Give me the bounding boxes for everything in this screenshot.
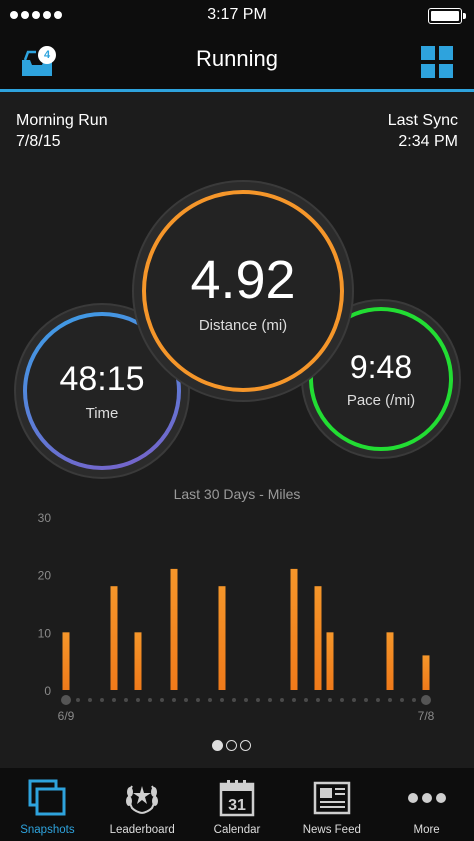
sync-time: 2:34 PM [398, 133, 458, 150]
distance-value: 4.92 [190, 249, 296, 310]
tab-label: Calendar [213, 824, 261, 836]
y-tick-label: 30 [38, 511, 52, 525]
tab-snapshots[interactable]: Snapshots [0, 768, 95, 841]
tab-more[interactable]: More [379, 768, 474, 841]
battery-icon [428, 8, 466, 24]
tab-leaderboard[interactable]: Leaderboard [95, 768, 190, 841]
axis-end-dot [421, 695, 431, 705]
more-icon [407, 778, 447, 818]
status-bar: 3:17 PM [0, 0, 474, 32]
tab-label: More [413, 824, 440, 836]
grid-icon [421, 46, 435, 60]
axis-dot [88, 698, 92, 702]
y-tick-label: 10 [38, 626, 52, 640]
axis-dot [328, 698, 332, 702]
time-value: 48:15 [59, 360, 145, 398]
axis-dot [196, 698, 200, 702]
page-title: Running [196, 46, 278, 71]
distance-label: Distance (mi) [198, 316, 288, 334]
snapshots-icon [27, 778, 67, 818]
bar [314, 586, 322, 690]
pace-value: 9:48 [349, 349, 413, 385]
calendar-icon: 31 [217, 778, 257, 818]
axis-dot [112, 698, 116, 702]
axis-dot [388, 698, 392, 702]
axis-dot [256, 698, 260, 702]
sync-label: Last Sync [387, 112, 458, 129]
axis-dot [148, 698, 152, 702]
axis-dot [268, 698, 272, 702]
axis-dot [340, 698, 344, 702]
pace-label: Pace (/mi) [346, 392, 416, 409]
axis-dot [412, 698, 416, 702]
axis-dot [208, 698, 212, 702]
tab-calendar[interactable]: 31 Calendar [190, 768, 285, 841]
axis-dot [124, 698, 128, 702]
miles-bar-chart: 30 20 10 0 6/9 7/8 [38, 511, 435, 723]
page-indicator[interactable] [212, 740, 251, 751]
axis-dot [304, 698, 308, 702]
sync-info: Last Sync 2:34 PM [388, 110, 458, 152]
y-tick-label: 0 [44, 684, 51, 698]
activity-info: Morning Run 7/8/15 [16, 110, 108, 152]
axis-dot [100, 698, 104, 702]
bar [170, 568, 178, 690]
axis-dot [364, 698, 368, 702]
tab-label: Snapshots [20, 824, 75, 836]
bar [62, 632, 70, 690]
x-start-label: 6/9 [58, 709, 75, 723]
page-dot[interactable] [226, 740, 237, 751]
axis-dot [280, 698, 284, 702]
bar [218, 586, 226, 690]
axis-dot [232, 698, 236, 702]
laurel-icon [122, 778, 162, 818]
distance-ring[interactable]: 4.92 Distance (mi) [134, 182, 352, 400]
bar [134, 632, 142, 690]
tab-bar: Snapshots Leaderboard 31 Calendar News F… [0, 768, 474, 841]
nav-bar: 4 Running [0, 32, 474, 92]
page-dot[interactable] [212, 740, 223, 751]
axis-dot [172, 698, 176, 702]
axis-dot [160, 698, 164, 702]
axis-dot [184, 698, 188, 702]
bar [386, 632, 394, 690]
axis-dot [136, 698, 140, 702]
tab-label: Leaderboard [109, 824, 175, 836]
bar [290, 568, 298, 690]
bar [326, 632, 334, 690]
grid-menu-button[interactable] [421, 46, 453, 78]
axis-dot [352, 698, 356, 702]
page-dot[interactable] [240, 740, 251, 751]
tab-label: News Feed [302, 824, 361, 836]
tab-news-feed[interactable]: News Feed [284, 768, 379, 841]
axis-dot [316, 698, 320, 702]
calendar-day: 31 [228, 797, 246, 814]
activity-name: Morning Run [16, 112, 108, 129]
axis-dot [76, 698, 80, 702]
x-end-label: 7/8 [418, 709, 435, 723]
axis-dot [220, 698, 224, 702]
axis-end-dot [61, 695, 71, 705]
newspaper-icon [312, 778, 352, 818]
bar [110, 586, 118, 690]
axis-dot [292, 698, 296, 702]
axis-dot [376, 698, 380, 702]
axis-dot [400, 698, 404, 702]
bar [422, 655, 430, 690]
status-time: 3:17 PM [207, 6, 267, 23]
activity-date: 7/8/15 [16, 133, 61, 150]
axis-dot [244, 698, 248, 702]
y-tick-label: 20 [38, 569, 52, 583]
time-label: Time [85, 405, 119, 422]
